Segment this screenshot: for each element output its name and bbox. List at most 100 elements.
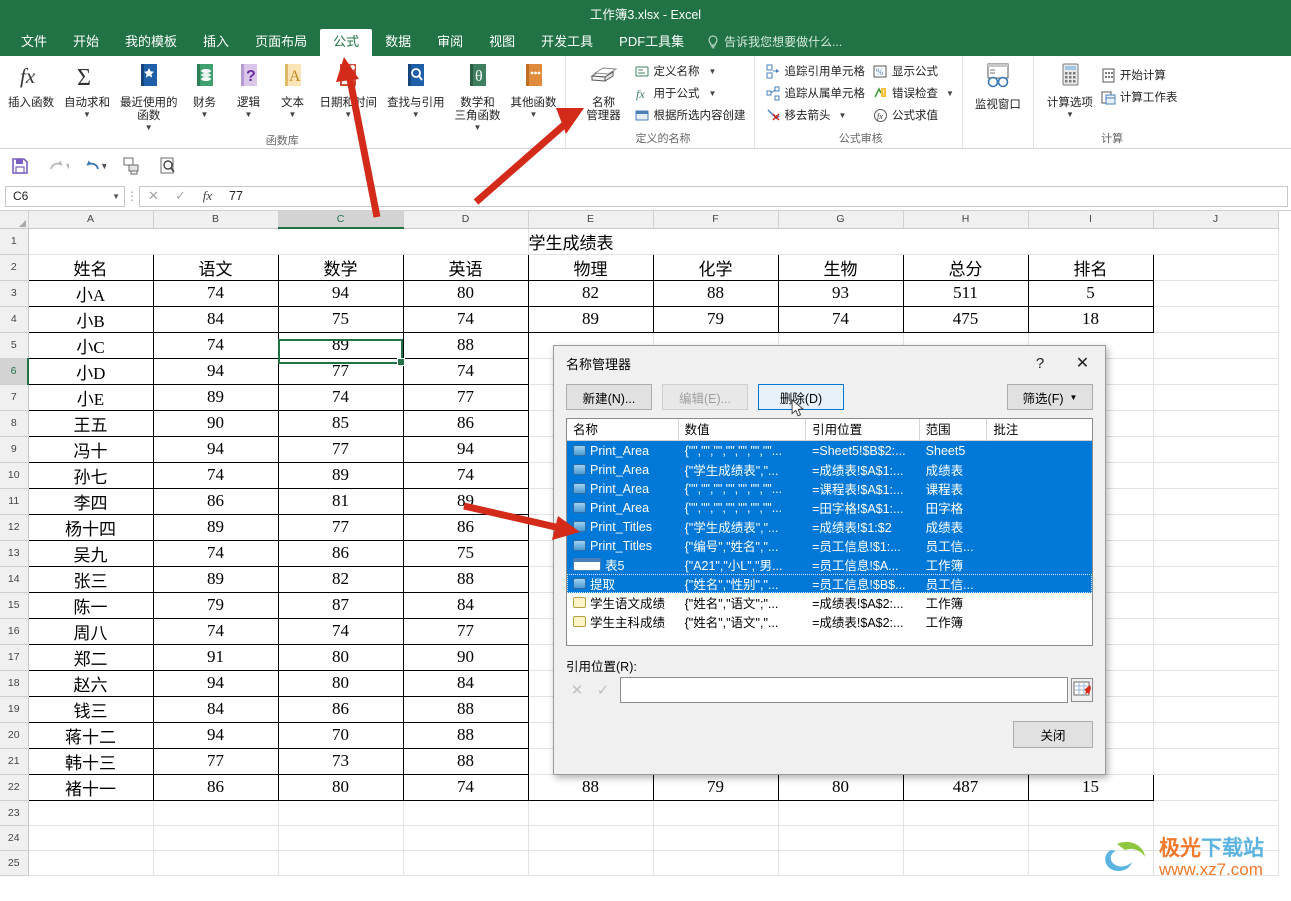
show-formulas-button[interactable]: % 显示公式 xyxy=(870,60,959,82)
cell-A7[interactable]: 小E xyxy=(27,383,154,411)
cell-B18[interactable]: 94 xyxy=(152,669,279,697)
watch-window-button[interactable]: 监视窗口 xyxy=(969,60,1027,114)
tab-review[interactable]: 审阅 xyxy=(424,29,476,56)
cancel-icon[interactable]: ✕ xyxy=(140,187,167,206)
cell-A17[interactable]: 郑二 xyxy=(27,643,154,671)
cell-C6[interactable]: 77 xyxy=(277,357,404,385)
row-header-8[interactable]: 8 xyxy=(0,410,29,437)
sheet-title-cell[interactable]: 学生成绩表 xyxy=(528,228,1153,255)
cell-D20[interactable]: 88 xyxy=(402,721,529,749)
cell-A24[interactable] xyxy=(28,825,154,851)
header-rank[interactable]: 排名 xyxy=(1027,253,1154,281)
save-icon[interactable] xyxy=(10,156,30,176)
row-header-17[interactable]: 17 xyxy=(0,644,29,671)
cell-C18[interactable]: 80 xyxy=(277,669,404,697)
names-list[interactable]: 名称 数值 引用位置 范围 批注 Print_Area {"","","","",… xyxy=(566,418,1093,646)
cell-H22[interactable]: 487 xyxy=(902,773,1029,801)
cell-C19[interactable]: 86 xyxy=(277,695,404,723)
list-item[interactable]: 表5 {"A21","小L","男... =员工信息!$A... 工作簿 xyxy=(567,555,1092,574)
cell-J4[interactable] xyxy=(1153,306,1279,333)
chevron-down-icon[interactable]: ▼ xyxy=(201,111,209,119)
cell-A13[interactable]: 吴九 xyxy=(27,539,154,567)
cell-A23[interactable] xyxy=(28,800,154,826)
print-preview-icon[interactable] xyxy=(158,156,178,176)
cell-C23[interactable] xyxy=(278,800,404,826)
cell-J15[interactable] xyxy=(1153,592,1279,619)
row-header-18[interactable]: 18 xyxy=(0,670,29,697)
date-time-button[interactable]: 日期和时间 ▼ xyxy=(315,60,383,120)
column-header-G[interactable]: G xyxy=(778,211,904,229)
cell-A25[interactable] xyxy=(28,850,154,876)
cell-C12[interactable]: 77 xyxy=(277,513,404,541)
row-header-7[interactable]: 7 xyxy=(0,384,29,411)
cell-D5[interactable]: 88 xyxy=(402,331,529,359)
cell-B17[interactable]: 91 xyxy=(152,643,279,671)
col-header-scope[interactable]: 范围 xyxy=(920,419,988,441)
chevron-down-icon[interactable]: ▼ xyxy=(344,111,352,119)
header-chemistry[interactable]: 化学 xyxy=(652,253,779,281)
column-header-H[interactable]: H xyxy=(903,211,1029,229)
cell-J11[interactable] xyxy=(1153,488,1279,515)
cell-B25[interactable] xyxy=(153,850,279,876)
cell-D8[interactable]: 86 xyxy=(402,409,529,437)
cell-J5[interactable] xyxy=(1153,332,1279,359)
cell-B22[interactable]: 86 xyxy=(152,773,279,801)
cell-C16[interactable]: 74 xyxy=(277,617,404,645)
cell-A20[interactable]: 蒋十二 xyxy=(27,721,154,749)
cell-G24[interactable] xyxy=(778,825,904,851)
cell-B16[interactable]: 74 xyxy=(152,617,279,645)
cell-A11[interactable]: 李四 xyxy=(27,487,154,515)
tab-view[interactable]: 视图 xyxy=(476,29,528,56)
cell-E23[interactable] xyxy=(528,800,654,826)
row-header-6[interactable]: 6 xyxy=(0,358,29,385)
cell-B10[interactable]: 74 xyxy=(152,461,279,489)
cell-D14[interactable]: 88 xyxy=(402,565,529,593)
logical-button[interactable]: ? 逻辑 ▼ xyxy=(227,60,271,120)
list-item[interactable]: 学生主科成绩 {"姓名","语文","... =成绩表!$A$2:... 工作簿 xyxy=(567,612,1092,631)
cell-A22[interactable]: 褚十一 xyxy=(27,773,154,801)
cell-C7[interactable]: 74 xyxy=(277,383,404,411)
chevron-down-icon[interactable]: ▼ xyxy=(412,111,420,119)
cell-C5[interactable]: 89 xyxy=(277,331,404,359)
chevron-down-icon[interactable]: ▼ xyxy=(946,90,954,98)
row-header-15[interactable]: 15 xyxy=(0,592,29,619)
cell-D19[interactable]: 88 xyxy=(402,695,529,723)
close-icon[interactable]: ✕ xyxy=(1060,346,1105,380)
column-header-B[interactable]: B xyxy=(153,211,279,229)
cell-D13[interactable]: 75 xyxy=(402,539,529,567)
tab-developer[interactable]: 开发工具 xyxy=(528,29,606,56)
chevron-down-icon[interactable]: ▼ xyxy=(83,111,91,119)
cell-B15[interactable]: 79 xyxy=(152,591,279,619)
row-header-19[interactable]: 19 xyxy=(0,696,29,723)
tab-pdf-tools[interactable]: PDF工具集 xyxy=(606,29,697,56)
row-header-21[interactable]: 21 xyxy=(0,748,29,775)
cell-I3[interactable]: 5 xyxy=(1027,279,1154,307)
row-header-4[interactable]: 4 xyxy=(0,306,29,333)
cell-B5[interactable]: 74 xyxy=(152,331,279,359)
cell-C24[interactable] xyxy=(278,825,404,851)
cell-J12[interactable] xyxy=(1153,514,1279,541)
header-physics[interactable]: 物理 xyxy=(527,253,654,281)
cell-H4[interactable]: 475 xyxy=(902,305,1029,333)
cell-D23[interactable] xyxy=(403,800,529,826)
cell-C9[interactable]: 77 xyxy=(277,435,404,463)
chevron-down-icon[interactable]: ▼ xyxy=(245,111,253,119)
remove-arrows-button[interactable]: 移去箭头 ▼ xyxy=(763,104,871,126)
cell-J7[interactable] xyxy=(1153,384,1279,411)
cell-E22[interactable]: 88 xyxy=(527,773,654,801)
cell-A8[interactable]: 王五 xyxy=(27,409,154,437)
row-header-13[interactable]: 13 xyxy=(0,540,29,567)
cell-C20[interactable]: 70 xyxy=(277,721,404,749)
select-all-corner[interactable] xyxy=(0,211,29,229)
more-functions-button[interactable]: 其他函数 ▼ xyxy=(506,60,562,120)
header-english[interactable]: 英语 xyxy=(402,253,529,281)
column-header-C[interactable]: C xyxy=(278,211,404,229)
cell-B6[interactable]: 94 xyxy=(152,357,279,385)
tab-file[interactable]: 文件 xyxy=(8,29,60,56)
cell-C15[interactable]: 87 xyxy=(277,591,404,619)
calculate-now-button[interactable]: 开始计算 xyxy=(1098,64,1183,86)
use-in-formula-button[interactable]: fx 用于公式 ▼ xyxy=(632,82,751,104)
range-picker-icon[interactable] xyxy=(1071,678,1093,702)
new-button[interactable]: 新建(N)... xyxy=(566,384,652,410)
chevron-down-icon[interactable]: ▼ xyxy=(709,90,717,98)
